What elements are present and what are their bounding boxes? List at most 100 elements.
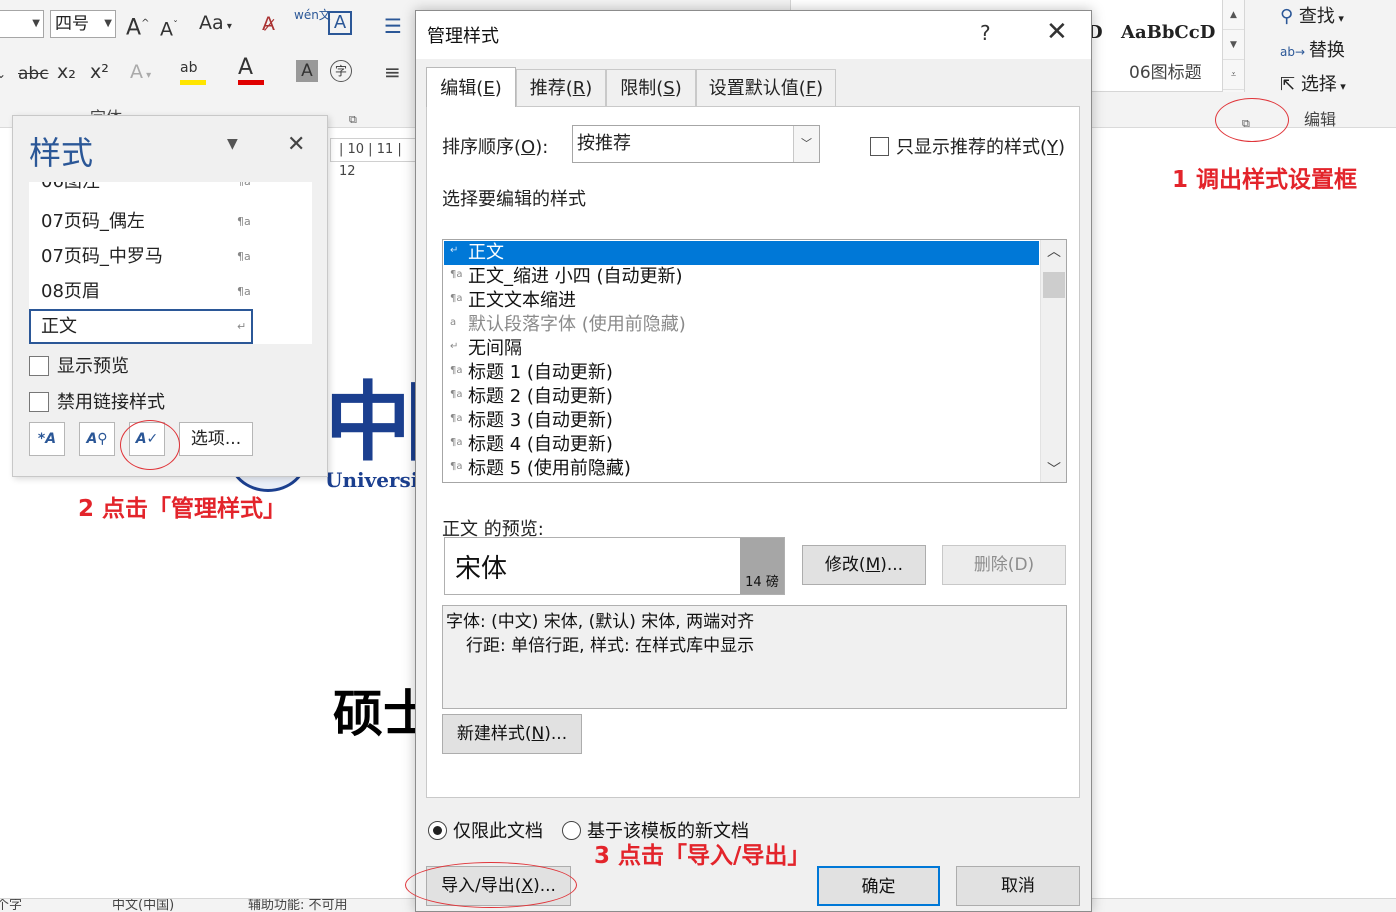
font-color-bar xyxy=(238,80,264,85)
phonetic-guide-button[interactable]: wén文 xyxy=(294,8,331,22)
styles-pane-title: 样式 xyxy=(29,134,94,172)
chevron-down-icon: ▼ xyxy=(32,18,40,29)
tab-restrict[interactable]: 限制(S) xyxy=(606,69,696,107)
style-name: 正文_缩进 小四 (自动更新) xyxy=(468,266,683,287)
pane-options-chevron-icon[interactable]: ▼ xyxy=(227,136,238,152)
cancel-button[interactable]: 取消 xyxy=(956,866,1080,906)
radio-this-document[interactable]: 仅限此文档 xyxy=(428,817,543,843)
disable-linked-checkbox[interactable]: 禁用链接样式 xyxy=(29,388,165,414)
word-count[interactable]: 个字 xyxy=(0,899,22,912)
ok-button[interactable]: 确定 xyxy=(817,866,940,906)
list-item[interactable]: ¶a 标题 2 (自动更新) xyxy=(444,385,1039,409)
list-item[interactable]: 07页码_偶左 ¶a xyxy=(29,204,312,239)
list-item[interactable]: ¶a 标题 3 (自动更新) xyxy=(444,409,1039,433)
list-scrollbar[interactable]: ︿ ﹀ xyxy=(1040,240,1066,482)
font-size-combo[interactable]: 四号 ▼ xyxy=(50,10,116,38)
gallery-up-icon[interactable]: ▲ xyxy=(1223,0,1244,30)
align-icon[interactable]: ≡ xyxy=(384,60,401,84)
shrink-font-button[interactable]: Aˇ xyxy=(160,14,178,41)
strikethrough-button[interactable]: abc xyxy=(18,62,49,86)
list-item[interactable]: ¶a 正文文本缩进 xyxy=(444,289,1039,313)
style-inspector-button[interactable]: A⚲ xyxy=(79,422,115,456)
list-item[interactable]: 06图注 ¶a xyxy=(29,182,312,199)
modify-button[interactable]: 修改(M)... xyxy=(802,545,926,585)
list-item[interactable]: ↵ 正文 xyxy=(444,241,1039,265)
font-color-button[interactable]: A xyxy=(238,56,264,85)
accessibility-status[interactable]: 辅助功能: 不可用 xyxy=(248,899,348,912)
list-item-selected[interactable]: 正文 ↵ xyxy=(29,309,253,344)
radio-button[interactable] xyxy=(428,821,447,840)
styles-list[interactable]: 06图注 ¶a 07页码_偶左 ¶a 07页码_中罗马 ¶a 08页眉 ¶a 正文 ↵ xyxy=(29,182,312,344)
dialog-titlebar: 管理样式 ? ✕ xyxy=(416,11,1091,59)
tab-recommend[interactable]: 推荐(R) xyxy=(516,69,606,107)
text-effects-button[interactable]: A ▾ xyxy=(130,60,151,88)
sort-order-select[interactable]: 按推荐 ﹀ xyxy=(572,125,820,163)
tab-edit[interactable]: 编辑(E) xyxy=(426,67,516,107)
clear-format-button[interactable]: A̷ xyxy=(262,12,275,36)
language-indicator[interactable]: 中文(中国) xyxy=(112,899,174,912)
find-button[interactable]: ⚲ 查找 ▾ xyxy=(1280,2,1344,28)
options-button[interactable]: 选项... xyxy=(179,422,253,456)
only-recommended-checkbox[interactable]: 只显示推荐的样式(Y) xyxy=(870,133,1065,159)
sort-order-label: 排序顺序(O): xyxy=(442,137,549,158)
new-style-button[interactable]: *A xyxy=(29,422,65,456)
close-icon[interactable]: ✕ xyxy=(287,132,305,157)
new-style-button[interactable]: 新建样式(N)... xyxy=(442,714,582,754)
subscript-button[interactable]: x₂ xyxy=(57,60,76,84)
show-preview-checkbox[interactable]: 显示预览 xyxy=(29,352,129,378)
superscript-button[interactable]: x² xyxy=(90,60,109,84)
phonetic-guide-icon: wén文 xyxy=(294,8,331,22)
gallery-down-icon[interactable]: ▼ xyxy=(1223,30,1244,60)
enclose-char-button[interactable]: 字 xyxy=(330,60,352,82)
list-item[interactable]: ¶a 正文_缩进 小四 (自动更新) xyxy=(444,265,1039,289)
list-item[interactable]: a 默认段落字体 (使用前隐藏) xyxy=(444,313,1039,337)
gallery-more-icon[interactable]: ⩡ xyxy=(1223,60,1244,90)
font-name-combo[interactable]: ▼ xyxy=(0,10,44,38)
tab-set-defaults[interactable]: 设置默认值(F) xyxy=(696,69,836,107)
linked-style-icon: ¶a xyxy=(450,413,463,424)
bullets-icon[interactable]: ☰ xyxy=(384,14,402,38)
checkbox-box[interactable] xyxy=(29,356,49,376)
font-dialog-launcher-icon[interactable]: ⧉ xyxy=(349,108,357,132)
tab-access-key: F xyxy=(805,78,817,99)
checkbox-box[interactable] xyxy=(29,392,49,412)
style-name: 默认段落字体 (使用前隐藏) xyxy=(468,314,686,335)
scroll-down-icon[interactable]: ﹀ xyxy=(1041,458,1066,482)
tab-label: 限制 xyxy=(620,78,657,99)
checkbox-box[interactable] xyxy=(870,137,889,156)
scroll-thumb[interactable] xyxy=(1043,272,1065,298)
help-icon[interactable]: ? xyxy=(980,21,991,45)
chevron-down-icon[interactable]: ﹀ xyxy=(793,126,819,162)
close-icon[interactable]: ✕ xyxy=(1046,17,1068,47)
grow-font-button[interactable]: A^ xyxy=(126,12,149,40)
tab-label: 推荐 xyxy=(529,78,566,99)
linked-style-icon: ¶a xyxy=(450,269,463,280)
linked-style-icon: ¶a xyxy=(450,461,463,472)
list-item[interactable]: ¶a 标题 4 (自动更新) xyxy=(444,433,1039,457)
scroll-up-icon[interactable]: ︿ xyxy=(1041,240,1066,264)
change-case-button[interactable]: Aa ▾ xyxy=(199,11,232,39)
list-item[interactable]: 08页眉 ¶a xyxy=(29,274,312,309)
tab-access-key: R xyxy=(572,78,586,99)
annotation-step-1: 1 调出样式设置框 xyxy=(1172,167,1358,193)
change-case-icon: Aa xyxy=(199,12,224,34)
list-item[interactable]: ↵ 无间隔 xyxy=(444,337,1039,361)
tab-label: 设置默认值 xyxy=(708,78,799,99)
new-style-icon: *A xyxy=(37,431,57,447)
char-border-button[interactable]: A xyxy=(328,11,352,35)
replace-label: 替换 xyxy=(1308,40,1345,61)
ruler-text: | 10 | 11 | 12 xyxy=(339,142,402,179)
gallery-scroll[interactable]: ▲ ▼ ⩡ xyxy=(1222,0,1244,92)
select-button[interactable]: ⇱ 选择 ▾ xyxy=(1280,70,1346,96)
list-item[interactable]: ¶a 标题 5 (使用前隐藏) xyxy=(444,457,1039,481)
styles-pane: 样式 ▼ ✕ 06图注 ¶a 07页码_偶左 ¶a 07页码_中罗马 ¶a 08页眉 ¶… xyxy=(12,115,328,477)
list-item[interactable]: ¶a 标题 1 (自动更新) xyxy=(444,361,1039,385)
list-item[interactable]: 07页码_中罗马 ¶a xyxy=(29,239,312,274)
delete-button[interactable]: 删除(D) xyxy=(942,545,1066,585)
radio-button[interactable] xyxy=(562,821,581,840)
style-edit-list[interactable]: ↵ 正文 ¶a 正文_缩进 小四 (自动更新) ¶a 正文文本缩进 a 默认段落字体 (… xyxy=(442,239,1067,483)
replace-button[interactable]: ab→ 替换 xyxy=(1280,36,1345,62)
highlight-button[interactable]: ab xyxy=(180,56,206,85)
grow-font-icon: A xyxy=(126,15,142,41)
char-shading-button[interactable]: A xyxy=(296,60,318,82)
